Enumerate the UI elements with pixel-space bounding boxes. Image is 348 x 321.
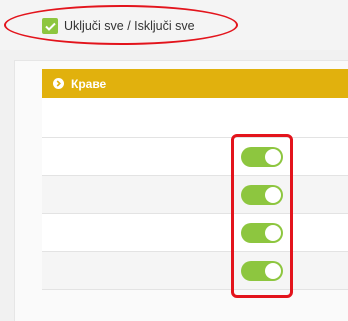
animals-table: Краве	[42, 69, 348, 290]
toggle-knob	[265, 186, 281, 203]
toggle-all-checkbox[interactable]: Uključi sve / Isključi sve	[42, 15, 195, 37]
toggle-knob	[265, 148, 281, 165]
check-icon[interactable]	[42, 18, 58, 34]
toggle-all-label[interactable]: Uključi sve / Isključi sve	[64, 19, 195, 33]
table-row	[42, 138, 348, 176]
toggle-knob	[265, 224, 281, 241]
toggle-switch[interactable]	[241, 146, 283, 167]
toggle-switch[interactable]	[241, 260, 283, 281]
toggle-knob	[265, 262, 281, 279]
table-row	[42, 176, 348, 214]
chevron-right-icon	[53, 78, 64, 89]
table-row	[42, 252, 348, 290]
table-row	[42, 214, 348, 252]
toggle-switch[interactable]	[241, 222, 283, 243]
table-row	[42, 98, 348, 138]
section-title: Краве	[71, 76, 107, 91]
section-header[interactable]: Краве	[42, 69, 348, 98]
toggle-switch[interactable]	[241, 184, 283, 205]
